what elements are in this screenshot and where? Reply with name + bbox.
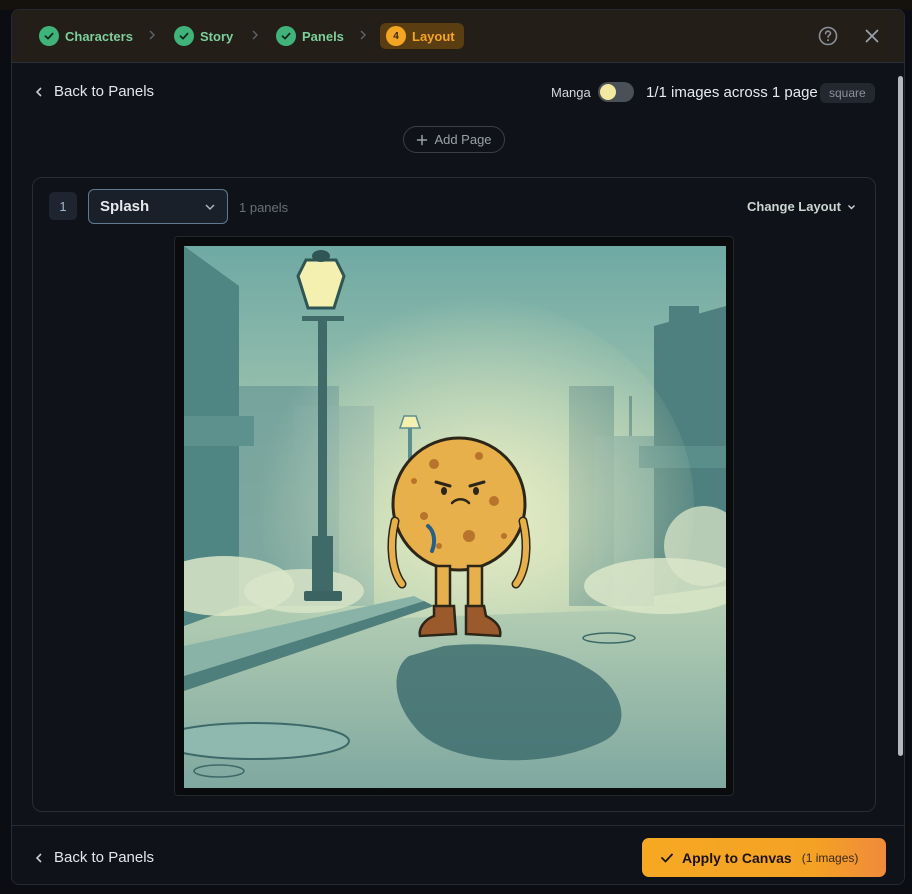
chevron-down-icon [205, 203, 215, 210]
back-label: Back to Panels [54, 83, 155, 100]
aspect-badge: square [820, 83, 875, 103]
check-icon [276, 26, 296, 46]
back-to-panels-button[interactable]: Back to Panels [34, 83, 154, 100]
scrollbar-thumb[interactable] [898, 76, 903, 756]
footer: Back to Panels Apply to Canvas (1 images… [12, 825, 904, 884]
chevron-right-icon [149, 30, 156, 40]
manga-toggle[interactable] [598, 82, 634, 102]
panel-count: 1 panels [239, 200, 289, 215]
change-layout-label: Change Layout [747, 199, 841, 214]
chevron-left-icon [35, 852, 42, 863]
plus-icon [417, 134, 428, 145]
chevron-left-icon [35, 86, 42, 97]
check-icon [661, 853, 673, 862]
layout-select-value: Splash [100, 198, 150, 215]
step-label: Characters [65, 28, 133, 44]
step-label: Story [200, 28, 234, 44]
page-card: 1 Splash 1 panels Change Layout [32, 177, 876, 812]
step-label: Panels [302, 28, 344, 44]
close-icon[interactable] [861, 25, 883, 47]
help-circle-icon[interactable] [817, 25, 839, 47]
toggle-knob [600, 84, 616, 100]
check-icon [39, 26, 59, 46]
step-number: 4 [386, 26, 406, 46]
step-story[interactable]: Story [174, 23, 233, 49]
check-icon [174, 26, 194, 46]
manga-label: Manga [551, 85, 591, 100]
add-page-label: Add Page [434, 132, 492, 147]
apply-to-canvas-button[interactable]: Apply to Canvas (1 images) [642, 838, 886, 877]
change-layout-button[interactable]: Change Layout [747, 199, 856, 214]
layout-content: Back to Panels Manga 1/1 images across 1… [12, 64, 904, 824]
step-panels[interactable]: Panels [276, 23, 344, 49]
page-number-badge: 1 [49, 192, 77, 220]
step-characters[interactable]: Characters [39, 23, 133, 49]
back-label: Back to Panels [54, 849, 155, 866]
add-page-button[interactable]: Add Page [403, 126, 505, 153]
chevron-down-icon [847, 204, 855, 209]
apply-label: Apply to Canvas [682, 849, 792, 866]
step-layout[interactable]: 4 Layout [380, 23, 464, 49]
layout-select[interactable]: Splash [88, 189, 228, 224]
chevron-right-icon [360, 30, 367, 40]
step-label: Layout [412, 28, 455, 44]
comic-panel-image [184, 246, 726, 788]
stepper-header: Characters Story Panels 4 Layout [12, 10, 904, 63]
layout-modal: Characters Story Panels 4 Layout Back to… [11, 9, 905, 885]
apply-count: (1 images) [801, 850, 859, 865]
panel-image-frame[interactable] [174, 236, 734, 796]
image-count-text: 1/1 images across 1 page [646, 84, 818, 101]
chevron-right-icon [252, 30, 259, 40]
back-to-panels-footer-button[interactable]: Back to Panels [34, 849, 154, 866]
